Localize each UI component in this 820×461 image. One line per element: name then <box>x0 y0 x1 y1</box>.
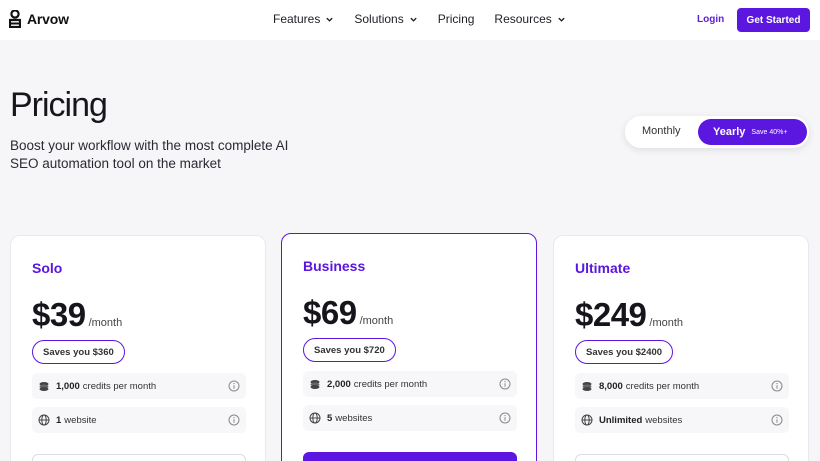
feature-text: 2,000 credits per month <box>327 379 427 390</box>
info-icon[interactable] <box>771 414 783 426</box>
feature-label: credits per month <box>353 378 428 390</box>
globe-icon <box>38 414 50 426</box>
feature-credits: 1,000 credits per month <box>32 373 246 399</box>
feature-label: websites <box>335 412 373 424</box>
nav-features[interactable]: Features <box>273 12 334 26</box>
plan-card-business: Business $69 /month Saves you $720 2,000… <box>281 233 537 461</box>
feature-value: 1,000 <box>56 380 80 392</box>
plan-price: $39 <box>32 296 86 333</box>
feature-label: credits per month <box>82 380 157 392</box>
feature-websites: Unlimited websites <box>575 407 789 433</box>
info-icon[interactable] <box>228 414 240 426</box>
plan-period: /month <box>359 315 394 327</box>
feature-value: 5 <box>327 412 333 424</box>
coins-icon <box>310 380 320 389</box>
info-icon[interactable] <box>499 412 511 424</box>
feature-credits: 8,000 credits per month <box>575 373 789 399</box>
feature-value: 8,000 <box>599 380 623 392</box>
feature-label: website <box>64 414 97 426</box>
nav-solutions[interactable]: Solutions <box>354 12 417 26</box>
feature-text: Unlimited websites <box>599 415 682 426</box>
info-icon[interactable] <box>771 380 783 392</box>
select-plan-button[interactable] <box>32 454 246 461</box>
brand-name: Arvow <box>27 11 69 27</box>
savings-badge: Saves you $2400 <box>575 340 674 364</box>
chevron-down-icon <box>410 17 417 22</box>
plan-name: Solo <box>32 260 63 276</box>
plan-name: Business <box>303 258 366 274</box>
toggle-yearly[interactable]: Yearly Save 40%+ <box>698 119 807 145</box>
plan-name: Ultimate <box>575 260 631 276</box>
feature-label: websites <box>645 414 683 426</box>
plan-card-ultimate: Ultimate $249 /month Saves you $2400 8,0… <box>553 235 809 461</box>
feature-label: credits per month <box>625 380 700 392</box>
nav-pricing[interactable]: Pricing <box>438 12 475 26</box>
feature-text: 1 website <box>56 415 97 426</box>
savings-badge: Saves you $360 <box>32 340 125 364</box>
coins-icon <box>39 382 49 391</box>
nav-links: Features Solutions Pricing Resources <box>273 12 586 26</box>
nav-solutions-label: Solutions <box>354 12 404 26</box>
nav-features-label: Features <box>273 12 321 26</box>
feature-credits: 2,000 credits per month <box>303 371 517 397</box>
chevron-down-icon <box>558 17 565 22</box>
price-row: $249 /month <box>575 296 683 334</box>
toggle-monthly[interactable]: Monthly <box>642 125 681 137</box>
toggle-yearly-label: Yearly <box>713 126 746 138</box>
chevron-down-icon <box>326 17 334 22</box>
feature-text: 8,000 credits per month <box>599 381 699 392</box>
globe-icon <box>309 412 321 424</box>
info-icon[interactable] <box>228 380 240 392</box>
yearly-savings-badge: Save 40%+ <box>751 128 788 136</box>
nav-pricing-label: Pricing <box>437 12 475 26</box>
feature-websites: 5 websites <box>303 405 517 431</box>
get-started-button[interactable]: Get Started <box>737 8 810 32</box>
info-icon[interactable] <box>499 378 511 390</box>
globe-icon <box>581 414 593 426</box>
select-plan-button[interactable] <box>575 454 789 461</box>
plan-period: /month <box>649 317 684 329</box>
plan-price: $249 <box>575 296 647 333</box>
feature-value: 1 <box>56 414 62 426</box>
login-link[interactable]: Login <box>697 14 724 25</box>
select-plan-button[interactable] <box>303 452 517 461</box>
page-title: Pricing <box>10 86 108 124</box>
page-subtitle: Boost your workflow with the most comple… <box>10 138 289 171</box>
plan-price: $69 <box>303 294 357 331</box>
feature-websites: 1 website <box>32 407 246 433</box>
feature-value: Unlimited <box>599 414 643 426</box>
plan-card-solo: Solo $39 /month Saves you $360 1,000 cred… <box>10 235 266 461</box>
top-navbar: Arvow Features Solutions Pricing Resourc… <box>0 0 820 40</box>
savings-badge: Saves you $720 <box>303 338 396 362</box>
billing-toggle: Monthly Yearly Save 40%+ <box>625 116 809 148</box>
nav-resources[interactable]: Resources <box>494 12 565 26</box>
plan-period: /month <box>88 317 123 329</box>
feature-text: 5 websites <box>327 413 372 424</box>
price-row: $69 /month <box>303 294 393 332</box>
price-row: $39 /month <box>32 296 122 334</box>
nav-resources-label: Resources <box>494 12 552 26</box>
feature-value: 2,000 <box>327 378 351 390</box>
arvow-logo-icon <box>9 10 21 28</box>
brand-logo[interactable]: Arvow <box>9 10 69 28</box>
coins-icon <box>582 382 592 391</box>
feature-text: 1,000 credits per month <box>56 381 156 392</box>
